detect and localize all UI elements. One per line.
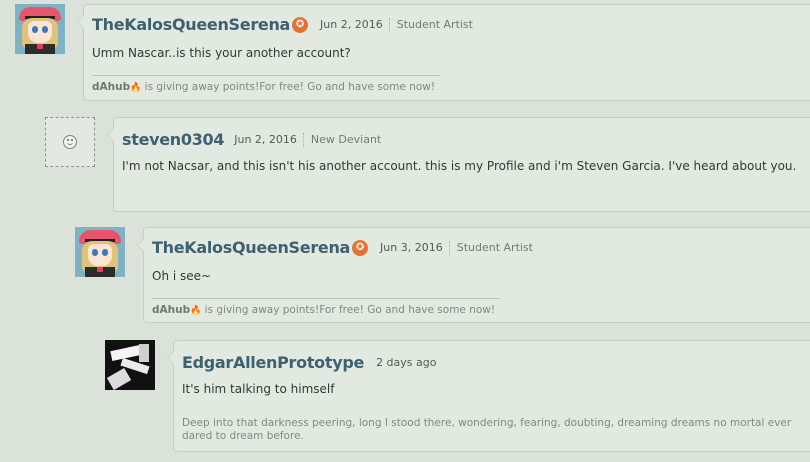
- signature-link[interactable]: dAhub: [92, 81, 130, 93]
- avatar-thekalosqueenserena[interactable]: [75, 227, 125, 277]
- comment-date[interactable]: 2 days ago: [376, 356, 436, 369]
- divider: [302, 132, 305, 147]
- user-role: Student Artist: [396, 18, 473, 31]
- signature-text: is giving away points!For free! Go and h…: [141, 81, 436, 93]
- avatar-thekalosqueenserena[interactable]: [15, 4, 65, 54]
- comment-box: EdgarAllenPrototype 2 days ago It's him …: [167, 340, 810, 452]
- username-link[interactable]: steven0304: [122, 130, 225, 149]
- comment-text: It's him talking to himself: [182, 382, 335, 396]
- comment-text: Oh i see~: [152, 269, 212, 283]
- avatar-image: [15, 4, 65, 54]
- divider: [448, 240, 451, 255]
- comment-text: I'm not Nacsar, and this isn't his anoth…: [122, 159, 797, 173]
- signature-divider: [92, 75, 440, 76]
- comment-box: TheKalosQueenSerena ✪ Jun 2, 2016 Studen…: [77, 4, 810, 101]
- comment-date[interactable]: Jun 2, 2016: [320, 18, 383, 31]
- fire-icon: 🔥: [190, 306, 202, 316]
- signature-text: Deep into that darkness peering, long I …: [182, 417, 792, 442]
- user-role: Student Artist: [456, 241, 533, 254]
- avatar-edgarallenprototype[interactable]: [105, 340, 155, 390]
- avatar-image: [75, 227, 125, 277]
- user-role: New Deviant: [310, 133, 382, 146]
- signature-divider: [152, 298, 500, 299]
- signature: dAhub🔥 is giving away points!For free! G…: [92, 81, 435, 93]
- divider: [388, 17, 391, 32]
- signature-text: is giving away points!For free! Go and h…: [201, 304, 496, 316]
- username-link[interactable]: TheKalosQueenSerena: [92, 15, 290, 34]
- smiley-icon: [63, 135, 77, 149]
- comment-box: steven0304 Jun 2, 2016 New Deviant I'm n…: [107, 117, 810, 212]
- comment-date[interactable]: Jun 3, 2016: [380, 241, 443, 254]
- comment-box: TheKalosQueenSerena ✪ Jun 3, 2016 Studen…: [137, 227, 810, 323]
- signature: dAhub🔥 is giving away points!For free! G…: [152, 304, 495, 316]
- badge-icon: ✪: [352, 239, 369, 256]
- username-link[interactable]: EdgarAllenPrototype: [182, 353, 364, 372]
- comment-text: Umm Nascar..is this your another account…: [92, 46, 351, 60]
- badge-icon: ✪: [292, 16, 309, 33]
- username-link[interactable]: TheKalosQueenSerena: [152, 238, 350, 257]
- signature-link[interactable]: dAhub: [152, 304, 190, 316]
- avatar-steven0304[interactable]: [45, 117, 95, 167]
- fire-icon: 🔥: [130, 83, 142, 93]
- avatar-image: [105, 340, 155, 390]
- comment-date[interactable]: Jun 2, 2016: [234, 133, 297, 146]
